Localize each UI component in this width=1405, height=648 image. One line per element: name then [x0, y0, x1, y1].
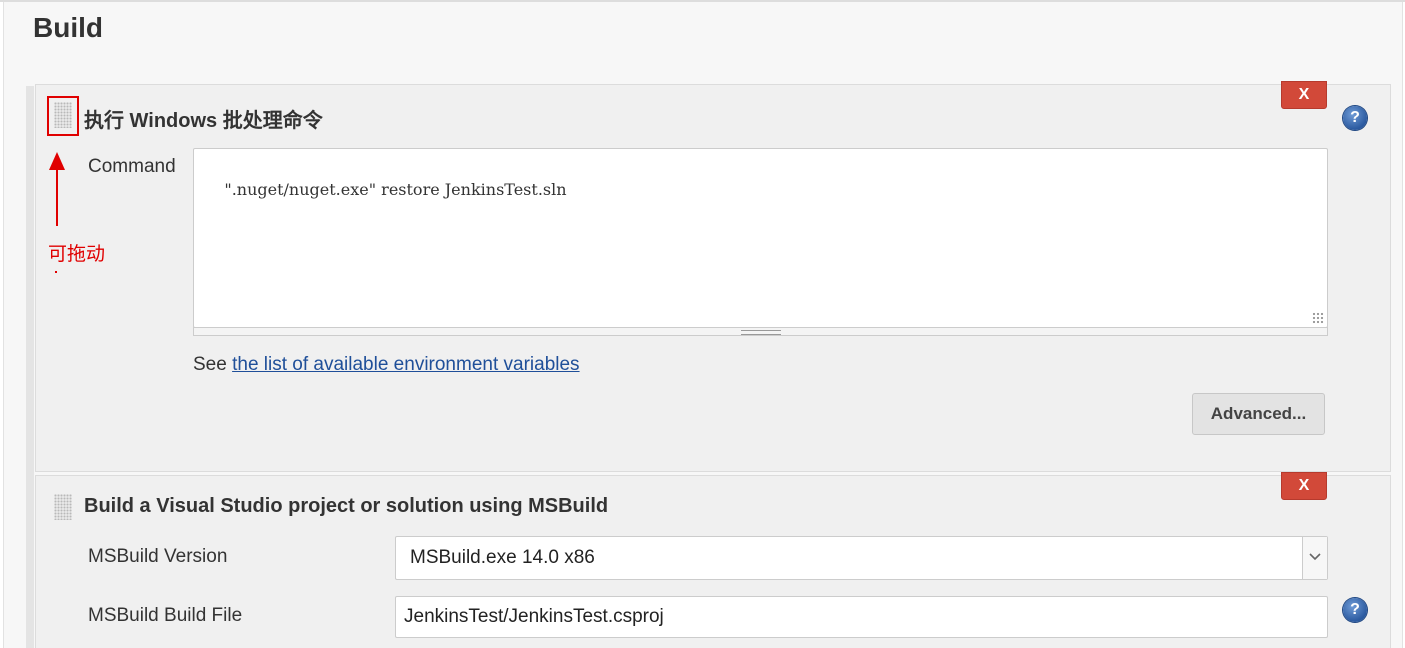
env-vars-link[interactable]: the list of available environment variab… — [232, 354, 579, 375]
command-textarea[interactable]: ".nuget/nuget.exe" restore JenkinsTest.s… — [193, 148, 1328, 328]
step-title: Build a Visual Studio project or solutio… — [84, 495, 609, 517]
select-arrow-button[interactable] — [1302, 537, 1327, 579]
annotation-draggable-text: 可拖动 — [48, 244, 106, 265]
msbuild-build-file-label: MSBuild Build File — [88, 605, 243, 626]
command-text: ".nuget/nuget.exe" restore JenkinsTest.s… — [224, 180, 567, 199]
env-vars-hint: See the list of available environment va… — [193, 354, 580, 376]
annotation-highlight-box — [47, 96, 79, 136]
msbuild-version-label: MSBuild Version — [88, 546, 228, 567]
msbuild-build-file-value: JenkinsTest/JenkinsTest.csproj — [404, 606, 664, 627]
delete-step-button[interactable]: X — [1281, 472, 1327, 500]
step-title: 执行 Windows 批处理命令 — [84, 110, 323, 132]
msbuild-version-select[interactable]: MSBuild.exe 14.0 x86 — [395, 536, 1328, 580]
annotation-arrow-line — [56, 168, 58, 226]
help-icon[interactable]: ? — [1343, 106, 1367, 130]
msbuild-build-file-input[interactable]: JenkinsTest/JenkinsTest.csproj — [395, 596, 1328, 638]
chevron-down-icon — [1309, 553, 1321, 561]
grip-lines-icon — [741, 330, 781, 335]
resize-corner-icon[interactable] — [1312, 312, 1324, 324]
advanced-button[interactable]: Advanced... — [1192, 393, 1325, 435]
see-prefix: See — [193, 354, 233, 375]
textarea-resize-handle[interactable] — [193, 327, 1328, 336]
delete-step-button[interactable]: X — [1281, 81, 1327, 109]
section-left-bar — [26, 86, 34, 648]
command-label: Command — [88, 156, 176, 177]
msbuild-version-value: MSBuild.exe 14.0 x86 — [410, 547, 595, 568]
section-title: Build — [33, 12, 103, 43]
annotation-dot — [55, 271, 57, 273]
jenkins-build-config-page: Build 执行 Windows 批处理命令 X ? Command ".nug… — [0, 0, 1405, 648]
help-icon[interactable]: ? — [1343, 598, 1367, 622]
drag-handle-icon[interactable] — [54, 494, 72, 520]
